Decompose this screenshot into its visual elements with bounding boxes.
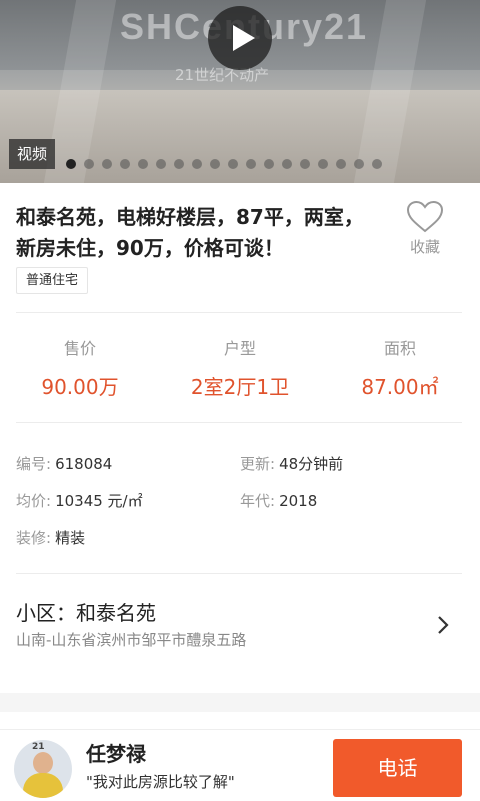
video-banner[interactable]: SHCentury21 21世纪不动产 视频 <box>0 0 480 183</box>
agent-bar: 21 任梦禄 "我对此房源比较了解" 电话 <box>0 729 480 801</box>
detail-id: 编号: 618084 <box>16 452 112 476</box>
slide-dot[interactable] <box>210 159 220 169</box>
slide-dot[interactable] <box>138 159 148 169</box>
favorite-button[interactable]: 收藏 <box>400 200 450 257</box>
detail-label: 更新: <box>240 455 276 473</box>
stat-label: 户型 <box>223 339 256 358</box>
slide-dot[interactable] <box>354 159 364 169</box>
detail-value: 10345 元/㎡ <box>55 492 143 510</box>
play-icon[interactable] <box>208 6 272 70</box>
slide-dot[interactable] <box>120 159 130 169</box>
avatar-body <box>23 773 63 798</box>
detail-value: 618084 <box>55 455 113 473</box>
slide-dot[interactable] <box>300 159 310 169</box>
divider <box>16 422 462 423</box>
slide-dot[interactable] <box>174 159 184 169</box>
slide-dot[interactable] <box>102 159 112 169</box>
call-button[interactable]: 电话 <box>333 739 462 797</box>
slide-dot[interactable] <box>336 159 346 169</box>
detail-unit-price: 均价: 10345 元/㎡ <box>16 489 143 513</box>
stat-value: 90.00万 <box>41 375 119 399</box>
stat-layout: 户型 2室2厅1卫 <box>160 337 320 402</box>
stat-value: 2室2厅1卫 <box>190 375 290 399</box>
slide-dot[interactable] <box>66 159 76 169</box>
avatar[interactable]: 21 <box>14 740 72 798</box>
agent-quote: "我对此房源比较了解" <box>86 773 235 791</box>
avatar-face <box>33 752 53 774</box>
stat-price: 售价 90.00万 <box>0 337 160 402</box>
slide-dot[interactable] <box>156 159 166 169</box>
slide-dot[interactable] <box>318 159 328 169</box>
brand-sub-watermark: 21世纪不动产 <box>175 66 270 84</box>
avatar-logo: 21 <box>32 742 45 752</box>
detail-label: 年代: <box>240 492 276 510</box>
slide-dot[interactable] <box>282 159 292 169</box>
section-gap <box>0 693 480 712</box>
stat-label: 售价 <box>63 339 96 358</box>
agent-name: 任梦禄 <box>86 742 146 766</box>
detail-label: 均价: <box>16 492 52 510</box>
slide-dot[interactable] <box>264 159 274 169</box>
divider <box>16 573 462 574</box>
detail-label: 装修: <box>16 529 52 547</box>
detail-year: 年代: 2018 <box>240 489 317 513</box>
listing-title: 和泰名苑，电梯好楼层，87平，两室，新房未住，90万，价格可谈！ <box>16 205 364 260</box>
detail-label: 编号: <box>16 455 52 473</box>
property-type-tag: 普通住宅 <box>16 267 89 294</box>
slide-dot[interactable] <box>246 159 256 169</box>
heart-icon <box>406 200 444 233</box>
detail-value: 2018 <box>279 492 318 510</box>
favorite-label: 收藏 <box>409 238 440 256</box>
detail-value: 48分钟前 <box>279 455 344 473</box>
slide-indicator <box>66 158 382 170</box>
key-stats: 售价 90.00万 户型 2室2厅1卫 面积 87.00㎡ <box>0 337 480 402</box>
community-address: 山南-山东省滨州市邹平市醴泉五路 <box>16 631 247 649</box>
stat-label: 面积 <box>383 339 416 358</box>
video-label: 视频 <box>9 139 56 169</box>
stat-value: 87.00㎡ <box>361 375 439 399</box>
chevron-right-icon[interactable] <box>432 612 454 638</box>
detail-value: 精装 <box>55 529 86 547</box>
slide-dot[interactable] <box>192 159 202 169</box>
community-name: 小区：和泰名苑 <box>16 601 156 625</box>
slide-dot[interactable] <box>84 159 94 169</box>
stat-area: 面积 87.00㎡ <box>320 337 480 402</box>
slide-dot[interactable] <box>372 159 382 169</box>
detail-decoration: 装修: 精装 <box>16 526 85 550</box>
slide-dot[interactable] <box>228 159 238 169</box>
detail-update: 更新: 48分钟前 <box>240 452 343 476</box>
divider <box>16 312 462 313</box>
